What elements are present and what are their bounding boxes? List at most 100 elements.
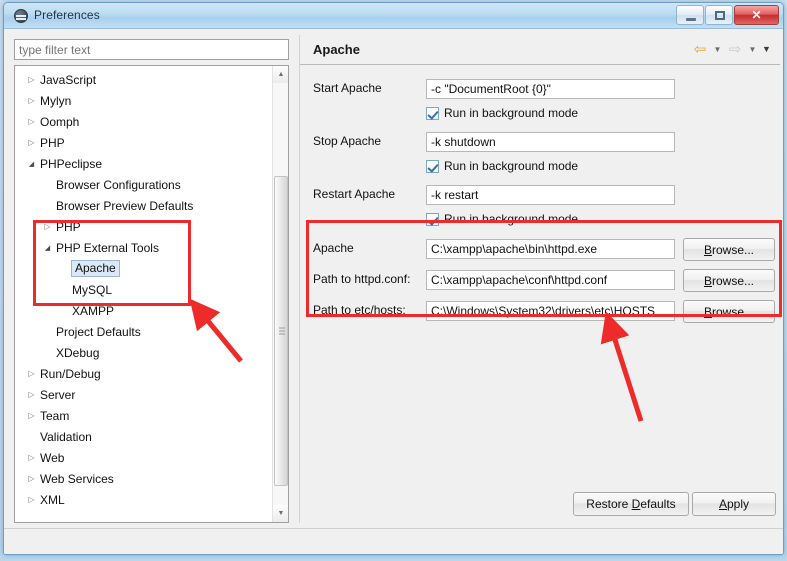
twisty-placeholder-icon — [41, 174, 54, 195]
sidebar-item-label: Browser Configurations — [56, 177, 181, 192]
sidebar-item-label: PHP External Tools — [56, 240, 159, 255]
sidebar-item-xdebug[interactable]: XDebug — [15, 342, 273, 363]
twisty-collapsed-icon[interactable]: ▷ — [25, 363, 38, 384]
restore-defaults-button[interactable]: Restore Defaults — [573, 492, 689, 516]
sidebar-item-web-services[interactable]: ▷ Web Services — [15, 468, 273, 489]
start-background-checkbox-row[interactable]: Run in background mode — [426, 106, 578, 120]
stop-apache-label-row: Stop Apache — [313, 134, 381, 148]
sidebar-item-team[interactable]: ▷ Team — [15, 405, 273, 426]
window-controls: ✕ — [675, 5, 779, 25]
forward-dropdown-icon[interactable]: ▼ — [747, 45, 758, 54]
close-button[interactable]: ✕ — [734, 5, 779, 25]
checkbox-checked-icon[interactable] — [426, 159, 439, 173]
sidebar-item-php[interactable]: ▷ PHP — [15, 216, 273, 237]
twisty-placeholder-icon — [41, 321, 54, 342]
stop-apache-input[interactable] — [426, 132, 675, 152]
sidebar-item-label: PHP — [56, 219, 81, 234]
restart-apache-input[interactable] — [426, 185, 675, 205]
apache-path-input[interactable] — [426, 239, 675, 259]
twisty-collapsed-icon[interactable]: ▷ — [41, 216, 54, 237]
sidebar-item-label: MySQL — [72, 282, 113, 297]
sidebar-item-php[interactable]: ▷ PHP — [15, 132, 273, 153]
sidebar-item-label: Apache — [71, 260, 120, 277]
twisty-collapsed-icon[interactable]: ▷ — [25, 447, 38, 468]
sidebar-item-label: Project Defaults — [56, 324, 141, 339]
minimize-button[interactable] — [676, 5, 704, 25]
sidebar-item-browser-preview-defaults[interactable]: Browser Preview Defaults — [15, 195, 273, 216]
twisty-collapsed-icon[interactable]: ▷ — [25, 384, 38, 405]
sidebar-item-apache[interactable]: Apache — [15, 258, 273, 279]
preferences-tree[interactable]: ▷ JavaScript ▷ Mylyn ▷ Oomph ▷ PHP ◢ PHPeclipse Br… — [14, 65, 289, 523]
start-apache-label: Start Apache — [313, 81, 382, 95]
twisty-collapsed-icon[interactable]: ▷ — [25, 468, 38, 489]
sidebar-item-project-defaults[interactable]: Project Defaults — [15, 321, 273, 342]
scroll-up-icon[interactable]: ▲ — [273, 66, 288, 83]
filter-input[interactable] — [14, 39, 289, 60]
back-dropdown-icon[interactable]: ▼ — [712, 45, 723, 54]
twisty-collapsed-icon[interactable]: ▷ — [25, 489, 38, 510]
apply-button[interactable]: Apply — [692, 492, 776, 516]
page-menu-icon[interactable]: ▼ — [761, 44, 772, 54]
scrollbar-thumb[interactable] — [274, 176, 288, 486]
preferences-dialog: Preferences ✕ ▷JavaScript▷Mylyn▷Oomph▷PH… — [3, 2, 784, 555]
sidebar-item-php-external-tools[interactable]: ◢ PHP External Tools — [15, 237, 273, 258]
twisty-collapsed-icon[interactable]: ▷ — [25, 405, 38, 426]
twisty-expanded-icon[interactable]: ◢ — [25, 153, 38, 174]
sidebar-item-xml[interactable]: ▷ XML — [15, 489, 273, 510]
apache-path-label: Apache — [313, 241, 354, 255]
browse-label: Browse... — [703, 242, 755, 257]
stop-background-checkbox-row[interactable]: Run in background mode — [426, 159, 578, 173]
sidebar-item-mylyn[interactable]: ▷ Mylyn — [15, 90, 273, 111]
tree-scrollbar[interactable]: ▲ ▼ — [272, 66, 288, 522]
checkbox-checked-icon[interactable] — [426, 212, 439, 226]
twisty-placeholder-icon — [41, 342, 54, 363]
browse-apache-button[interactable]: Browse... — [683, 238, 775, 261]
browse-label: Browse... — [703, 304, 755, 319]
restart-background-label: Run in background mode — [444, 212, 579, 226]
twisty-placeholder-icon — [41, 195, 54, 216]
maximize-button[interactable] — [705, 5, 733, 25]
scrollbar-grip-icon — [279, 327, 285, 335]
window-title: Preferences — [34, 8, 100, 22]
apache-path-label-row: Apache — [313, 241, 354, 255]
sidebar-item-web[interactable]: ▷ Web — [15, 447, 273, 468]
sidebar-item-label: Web — [40, 450, 65, 465]
sidebar-item-mysql[interactable]: MySQL — [15, 279, 273, 300]
sidebar-item-browser-configurations[interactable]: Browser Configurations — [15, 174, 273, 195]
start-apache-input[interactable] — [426, 79, 675, 99]
sidebar-item-label: PHP — [40, 135, 65, 150]
httpd-conf-input[interactable] — [426, 270, 675, 290]
title-bar: Preferences ✕ — [4, 3, 783, 29]
back-arrow-icon[interactable]: ⇦ — [691, 40, 709, 58]
sidebar-item-validation[interactable]: Validation — [15, 426, 273, 447]
sidebar-item-xampp[interactable]: XAMPP — [15, 300, 273, 321]
sidebar-item-server[interactable]: ▷ Server — [15, 384, 273, 405]
sidebar-item-label: XDebug — [56, 345, 100, 360]
scroll-down-icon[interactable]: ▼ — [273, 505, 288, 522]
twisty-placeholder-icon — [57, 300, 70, 321]
twisty-placeholder-icon — [25, 426, 38, 447]
page-navigation: ⇦ ▼ ⇨ ▼ ▼ — [691, 40, 772, 58]
httpd-conf-label: Path to httpd.conf: — [313, 272, 411, 286]
twisty-collapsed-icon[interactable]: ▷ — [25, 132, 38, 153]
minimize-icon — [686, 18, 696, 21]
restart-apache-label-row: Restart Apache — [313, 187, 395, 201]
sidebar-item-phpeclipse[interactable]: ◢ PHPeclipse — [15, 153, 273, 174]
sidebar-item-javascript[interactable]: ▷ JavaScript — [15, 69, 273, 90]
twisty-collapsed-icon[interactable]: ▷ — [25, 111, 38, 132]
forward-arrow-icon[interactable]: ⇨ — [726, 40, 744, 58]
etc-hosts-input[interactable] — [426, 301, 675, 321]
browse-httpd-conf-button[interactable]: Browse... — [683, 269, 775, 292]
sidebar-item-run-debug[interactable]: ▷ Run/Debug — [15, 363, 273, 384]
sidebar-item-label: Web Services — [40, 471, 114, 486]
twisty-collapsed-icon[interactable]: ▷ — [25, 69, 38, 90]
browse-label: Browse... — [703, 273, 755, 288]
browse-etc-hosts-button[interactable]: Browse... — [683, 300, 775, 323]
twisty-expanded-icon[interactable]: ◢ — [41, 237, 54, 258]
restart-background-checkbox-row[interactable]: Run in background mode — [426, 212, 578, 226]
checkbox-checked-icon[interactable] — [426, 106, 439, 120]
twisty-collapsed-icon[interactable]: ▷ — [25, 90, 38, 111]
screenshot-root: Preferences ✕ ▷JavaScript▷Mylyn▷Oomph▷PH… — [0, 0, 787, 561]
etc-hosts-label: Path to etc/hosts: — [313, 303, 406, 317]
sidebar-item-oomph[interactable]: ▷ Oomph — [15, 111, 273, 132]
